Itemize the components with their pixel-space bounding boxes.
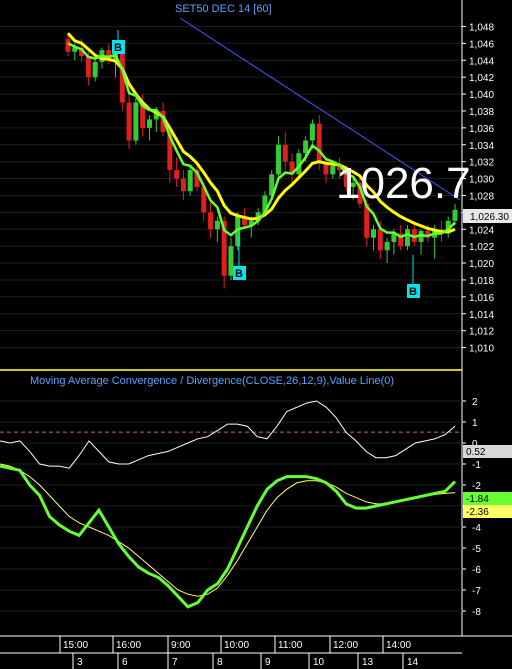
macd-tick-label: -5 [472, 544, 481, 555]
macd-tick-label: -4 [472, 523, 481, 534]
price-tick-label: 1,038 [469, 107, 494, 118]
date-label: 14 [407, 657, 419, 668]
time-label: 10:00 [224, 640, 249, 651]
price-tick-label: 1,016 [469, 293, 494, 304]
price-tick-label: 1,028 [469, 191, 494, 202]
price-tick-label: 1,046 [469, 39, 494, 50]
candle-body [208, 212, 214, 230]
candle-body [303, 140, 309, 154]
date-label: 7 [172, 657, 178, 668]
signal-tag: -2.36 [466, 507, 489, 518]
macd-tick-label: -1 [472, 460, 481, 471]
candle-body [275, 144, 281, 175]
time-label: 16:00 [116, 640, 141, 651]
candle-body [174, 170, 180, 179]
candle-body [384, 241, 390, 251]
candle-body [404, 229, 410, 247]
macd-tick-label: -6 [472, 565, 481, 576]
last-price-tag: 1,026.30 [470, 212, 509, 223]
macd-tick-label: -2 [472, 481, 481, 492]
macd-tick-label: -8 [472, 607, 481, 618]
candle-body [146, 119, 152, 128]
macd-tick-label: 2 [472, 397, 478, 408]
price-tick-label: 1,042 [469, 73, 494, 84]
time-label: 14:00 [386, 640, 411, 651]
candle-body [228, 246, 234, 276]
price-tick-label: 1,034 [469, 141, 494, 152]
date-label: 3 [77, 657, 83, 668]
macd-tag: -1.84 [466, 494, 489, 505]
candle-body [214, 220, 220, 230]
candle-body [126, 102, 132, 141]
date-label: 9 [265, 657, 271, 668]
candle-body [330, 165, 336, 175]
date-label: 10 [313, 657, 325, 668]
price-tick-label: 1,036 [469, 124, 494, 135]
buy-marker-label: B [409, 286, 417, 298]
price-tick-label: 1,022 [469, 242, 494, 253]
candle-body [309, 123, 315, 141]
price-chart-title: SET50 DEC 14 [60] [175, 3, 272, 15]
candle-body [133, 102, 139, 141]
price-tick-label: 1,020 [469, 259, 494, 270]
candle-body [371, 229, 377, 238]
time-label: 11:00 [278, 640, 303, 651]
buy-marker-label: B [235, 268, 243, 280]
candle-body [187, 170, 193, 192]
price-tick-label: 1,044 [469, 56, 494, 67]
buy-marker-label: B [114, 42, 122, 54]
date-label: 8 [217, 657, 223, 668]
candle-body [85, 56, 91, 78]
price-tick-label: 1,040 [469, 90, 494, 101]
macd-tick-label: -7 [472, 586, 481, 597]
candle-body [282, 144, 288, 162]
macd-title: Moving Average Convergence / Divergence(… [30, 375, 394, 387]
value-tag: 0.52 [466, 447, 486, 458]
price-tick-label: 1,018 [469, 276, 494, 287]
candle-body [377, 229, 383, 251]
time-label: 12:00 [333, 640, 358, 651]
price-tick-label: 1,010 [469, 344, 494, 355]
price-tick-label: 1,024 [469, 225, 494, 236]
time-label: 15:00 [63, 640, 88, 651]
candle-body [180, 178, 186, 192]
time-label: 9:00 [171, 640, 191, 651]
chart-window[interactable]: B B B SET50 DEC 14 [60] 1026.7 1,048 1,046 1… [0, 0, 512, 669]
price-tick-label: 1,014 [469, 310, 494, 321]
candle-body [452, 209, 458, 221]
macd-tick-label: 1 [472, 418, 478, 429]
price-tick-label: 1,012 [469, 327, 494, 338]
price-tick-label: 1,030 [469, 175, 494, 186]
last-price-big: 1026.7 [336, 159, 471, 208]
price-tick-label: 1,032 [469, 158, 494, 169]
candle-body [92, 61, 98, 78]
candle-body [316, 123, 322, 162]
price-tick-label: 1,048 [469, 22, 494, 33]
date-label: 6 [122, 657, 128, 668]
date-label: 13 [362, 657, 374, 668]
